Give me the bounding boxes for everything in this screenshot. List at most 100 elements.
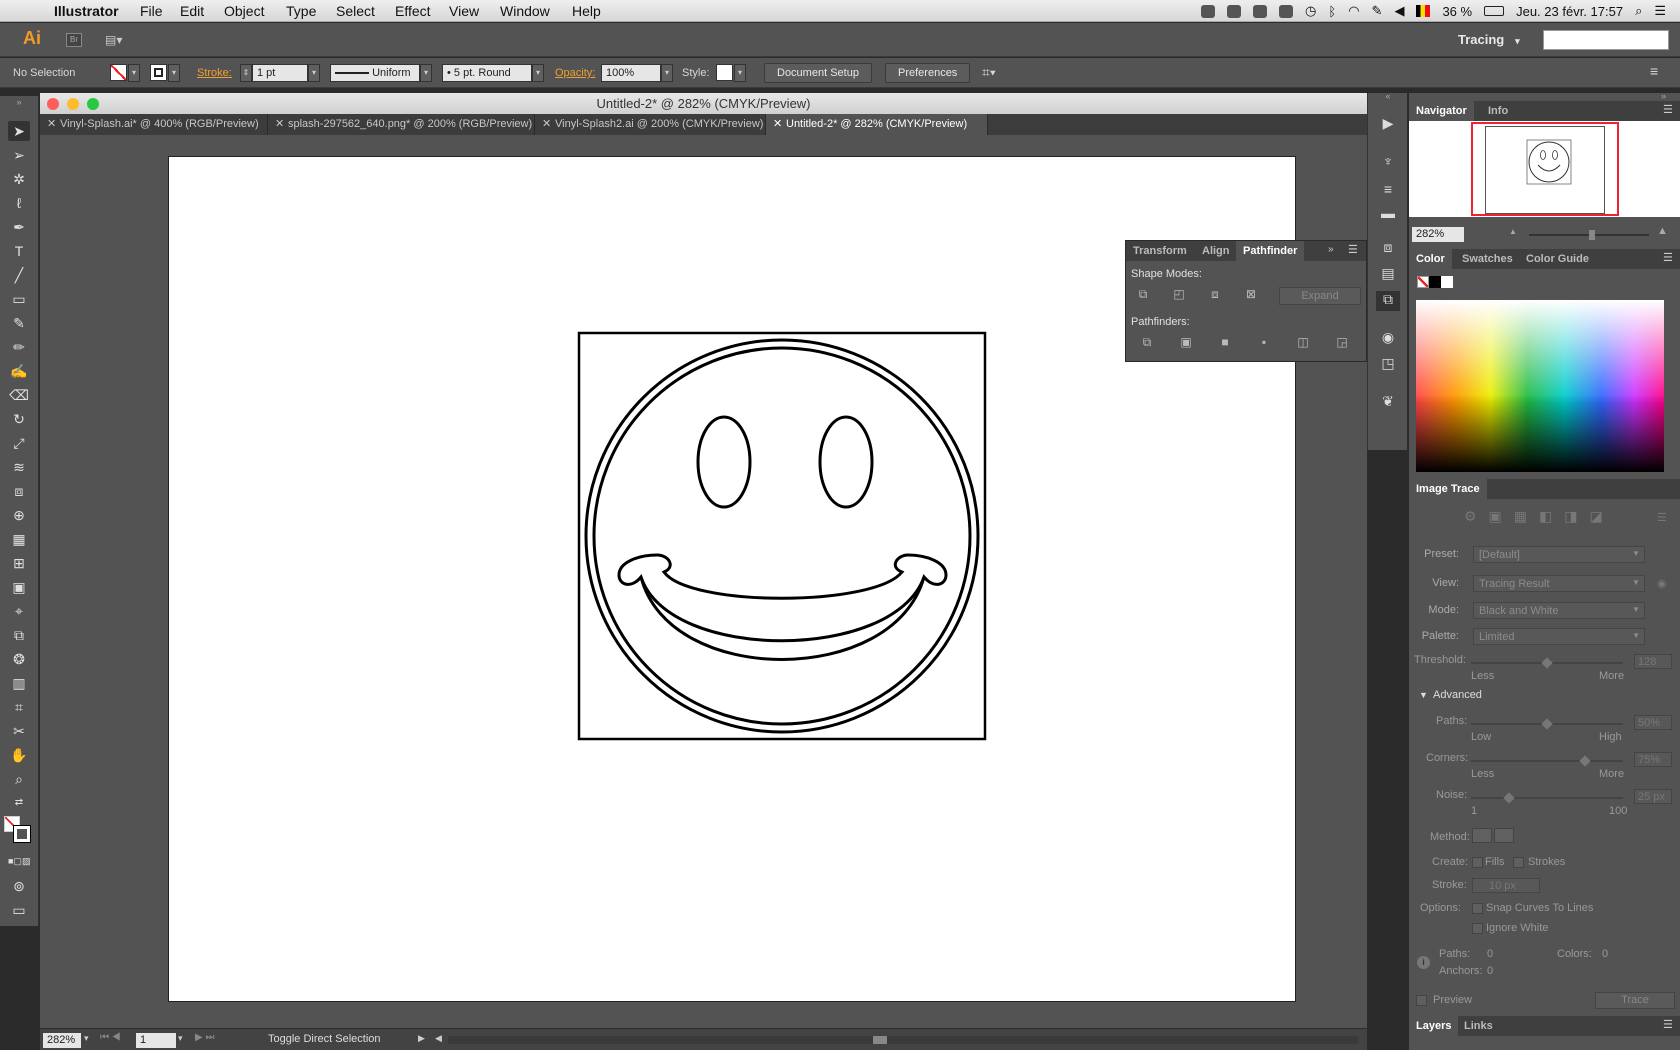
preview-checkbox[interactable] (1416, 995, 1427, 1006)
tray-app-icon[interactable] (1201, 4, 1216, 18)
creative-cloud-icon[interactable] (1279, 4, 1294, 18)
unite-icon[interactable]: ⧉ (1134, 287, 1152, 303)
crop-icon[interactable]: ▪ (1255, 335, 1273, 351)
panel-menu-icon[interactable]: ☰ (1348, 243, 1358, 256)
brushes-icon[interactable]: ♆ (1376, 153, 1400, 173)
preset-select[interactable]: [Default] ▼ (1473, 546, 1645, 563)
view-select[interactable]: Tracing Result ▼ (1473, 575, 1645, 592)
close-tab-icon[interactable]: ✕ (275, 114, 284, 135)
advanced-toggle-icon[interactable]: ▼ (1419, 690, 1428, 700)
rectangle-tool-icon[interactable]: ▭ (8, 289, 30, 309)
drawing-mode-icon[interactable]: ⊚ (8, 876, 30, 896)
paths-knob[interactable] (1541, 718, 1553, 730)
tab-pathfinder[interactable]: Pathfinder (1236, 241, 1305, 261)
spotlight-icon[interactable]: ⌕ (1635, 3, 1642, 19)
variable-width-profile[interactable]: Uniform (330, 64, 420, 82)
navigator-preview[interactable] (1409, 121, 1680, 217)
tab-vinyl-splash2[interactable]: ✕ Vinyl-Splash2.ai @ 200% (CMYK/Preview) (535, 114, 766, 135)
minus-back-icon[interactable]: ◲ (1333, 335, 1351, 351)
menu-app-name[interactable]: Illustrator (54, 3, 119, 19)
eye-icon[interactable]: ◉ (1657, 577, 1667, 590)
style-dropdown[interactable]: ▾ (734, 64, 746, 82)
shape-builder-tool-icon[interactable]: ⊕ (8, 505, 30, 525)
stroke-panel-icon[interactable]: ≡ (1376, 181, 1400, 201)
threshold-slider[interactable] (1471, 657, 1623, 669)
perspective-grid-tool-icon[interactable]: ▦ (8, 529, 30, 549)
paintbrush-tool-icon[interactable]: ✎ (8, 313, 30, 333)
slice-tool-icon[interactable]: ✂ (8, 721, 30, 741)
threshold-value[interactable]: 128 (1634, 654, 1672, 669)
threshold-knob[interactable] (1541, 657, 1553, 669)
line-tool-icon[interactable]: ╱ (8, 265, 30, 285)
none-swatch[interactable] (1417, 276, 1429, 288)
drive-icon[interactable] (1253, 4, 1268, 18)
menu-view[interactable]: View (449, 3, 479, 19)
graph-tool-icon[interactable]: ▥ (8, 673, 30, 693)
rotate-tool-icon[interactable]: ↻ (8, 409, 30, 429)
opacity-label[interactable]: Opacity: (555, 67, 595, 79)
advanced-label[interactable]: Advanced (1433, 689, 1482, 701)
stroke-label[interactable]: Stroke: (197, 67, 232, 79)
zoom-field[interactable]: 282% (43, 1033, 81, 1048)
exclude-icon[interactable]: ⊠ (1242, 287, 1260, 303)
zoom-slider-thumb[interactable] (1589, 230, 1595, 240)
eyedropper-tool-icon[interactable]: ⌖ (8, 601, 30, 621)
menu-effect[interactable]: Effect (395, 3, 431, 19)
stroke-width-field[interactable]: 10 px (1472, 878, 1540, 893)
corners-value[interactable]: 75% (1634, 752, 1672, 767)
pathfinder-panel-icon[interactable]: ⧉ (1376, 291, 1400, 311)
status-menu-icon[interactable]: ▶ (418, 1033, 425, 1044)
zoom-icon[interactable] (87, 98, 99, 110)
trace-button[interactable]: Trace (1595, 992, 1675, 1009)
artboard-dropdown-icon[interactable]: ▾ (178, 1033, 183, 1044)
transform-panel-icon[interactable]: ⧈ (1376, 239, 1400, 259)
noise-knob[interactable] (1503, 792, 1515, 804)
gradient-tool-icon[interactable]: ▣ (8, 577, 30, 597)
color-spectrum[interactable] (1416, 300, 1664, 472)
stroke-swatch[interactable] (150, 64, 167, 81)
zoom-out-icon[interactable]: ▲ (1509, 227, 1517, 236)
collapse-icon[interactable]: » (8, 92, 30, 112)
type-tool-icon[interactable]: T (8, 241, 30, 261)
panel-menu-icon[interactable]: ☰ (1663, 1018, 1673, 1031)
blend-tool-icon[interactable]: ⧉ (8, 625, 30, 645)
symbols-panel-icon[interactable]: ❦ (1376, 393, 1400, 413)
bridge-button[interactable]: Br (66, 33, 82, 47)
arrange-icon[interactable]: ⌗▾ (982, 64, 996, 81)
menu-file[interactable]: File (140, 3, 163, 19)
merge-icon[interactable]: ■ (1216, 335, 1234, 351)
stroke-stepper[interactable]: ⇕ (240, 64, 252, 82)
lasso-tool-icon[interactable]: ℓ (8, 193, 30, 213)
warp-tool-icon[interactable]: ≋ (8, 457, 30, 477)
notification-center-icon[interactable]: ☰ (1654, 3, 1666, 19)
dropbox-icon[interactable] (1227, 4, 1242, 18)
expand-panels-icon[interactable]: « (1376, 91, 1400, 111)
zoom-slider[interactable] (1529, 230, 1649, 240)
stroke-weight-dropdown[interactable]: ▾ (308, 64, 320, 82)
graphic-styles-icon[interactable]: ◳ (1376, 355, 1400, 375)
opacity-dropdown[interactable]: ▾ (661, 64, 673, 82)
method-overlapping-icon[interactable] (1494, 828, 1514, 843)
expand-button[interactable]: Expand (1279, 287, 1361, 305)
symbol-sprayer-tool-icon[interactable]: ❂ (8, 649, 30, 669)
time-machine-icon[interactable]: ◷ (1305, 3, 1316, 19)
tab-links[interactable]: Links (1457, 1016, 1500, 1036)
close-tab-icon[interactable]: ✕ (542, 114, 551, 135)
arrange-documents-icon[interactable]: ▤▾ (105, 33, 133, 47)
document-setup-button[interactable]: Document Setup (764, 63, 872, 83)
paths-value[interactable]: 50% (1634, 715, 1672, 730)
method-abutting-icon[interactable] (1472, 828, 1492, 843)
menu-type[interactable]: Type (286, 3, 316, 19)
minus-front-icon[interactable]: ◰ (1170, 287, 1188, 303)
collapse-dock-icon[interactable]: » (1661, 91, 1666, 101)
pencil-tool-icon[interactable]: ✏ (8, 337, 30, 357)
snap-curves-checkbox[interactable] (1472, 903, 1483, 914)
corners-slider[interactable] (1471, 755, 1623, 767)
trace-preset-icons[interactable]: ⚙▣▦◧◨◪ (1464, 508, 1615, 525)
mode-select[interactable]: Black and White ▼ (1473, 602, 1645, 619)
noise-value[interactable]: 25 px (1634, 789, 1672, 804)
play-actions-icon[interactable]: ▶ (1376, 115, 1400, 135)
pen-tool-icon[interactable]: ✒ (8, 217, 30, 237)
menu-select[interactable]: Select (336, 3, 375, 19)
tab-color[interactable]: Color (1409, 249, 1452, 269)
